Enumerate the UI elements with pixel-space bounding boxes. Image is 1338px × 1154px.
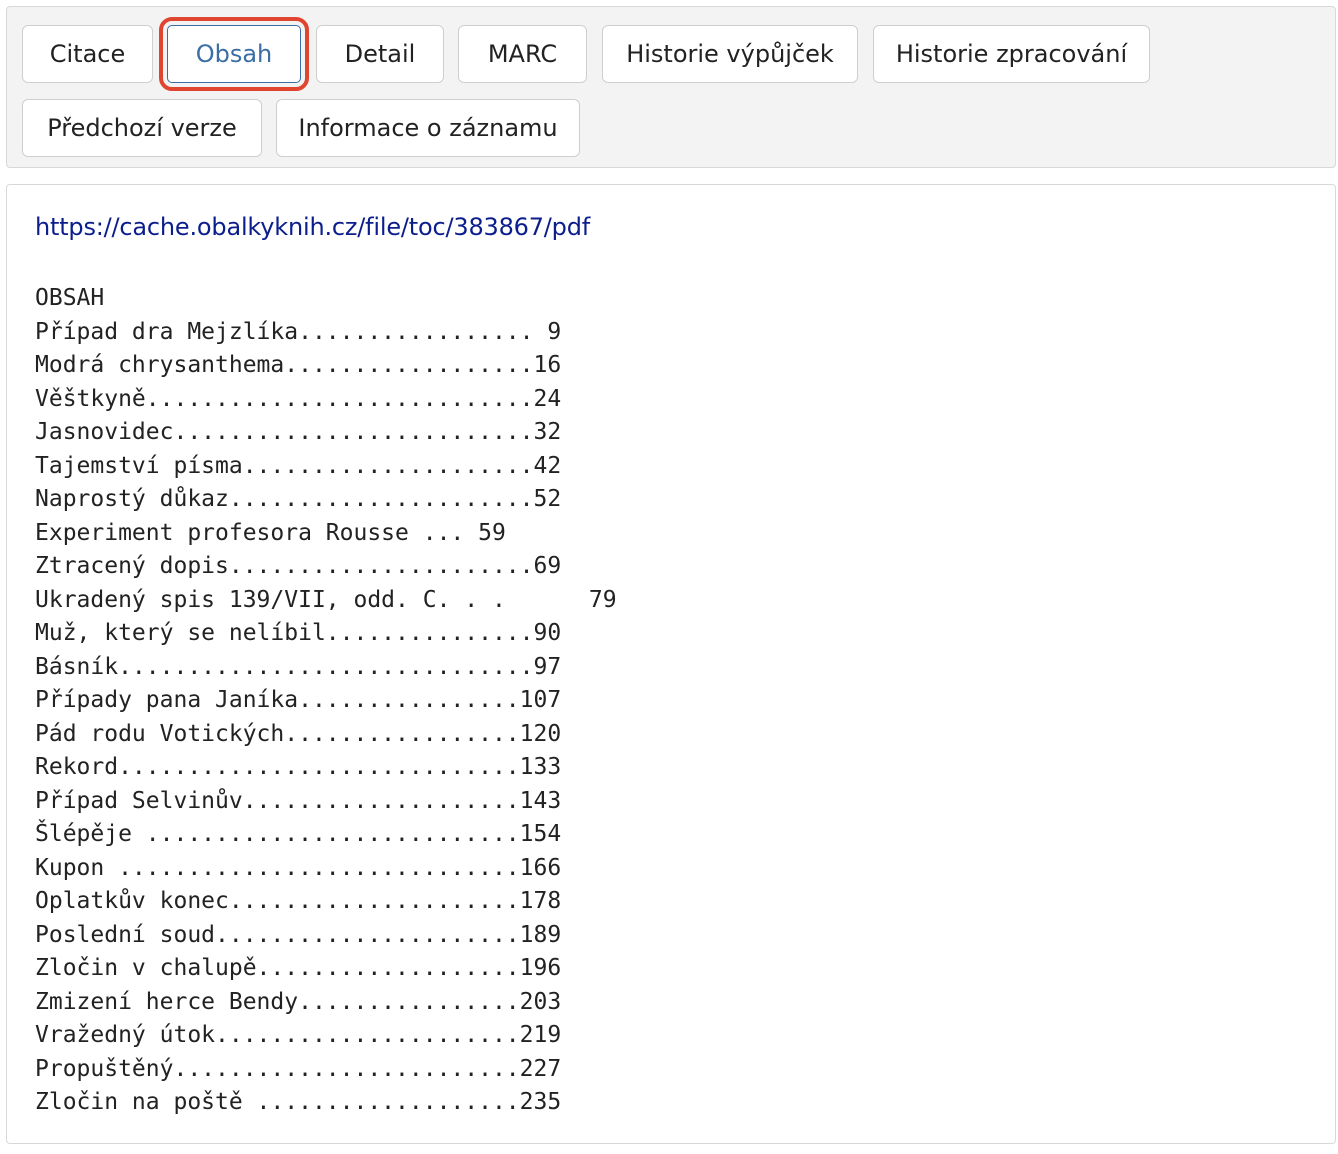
toc-line: Kupon .............................166 <box>35 854 562 881</box>
toc-line: Experiment profesora Rousse ... 59 <box>35 519 506 546</box>
toc-line: Básník..............................97 <box>35 653 562 680</box>
toc-line: Případy pana Janíka................107 <box>35 687 562 713</box>
toc-line: Rekord.............................133 <box>35 754 562 780</box>
record-tabs-bar: Citace Obsah Detail MARC Historie výpůjč… <box>6 6 1336 168</box>
tab-historie-vypujcek[interactable]: Historie výpůjček <box>602 25 858 83</box>
toc-line: Modrá chrysanthema..................16 <box>35 352 562 378</box>
toc-line: Jasnovidec..........................32 <box>35 419 562 445</box>
toc-line: Tajemství písma.....................42 <box>35 452 562 479</box>
tab-obsah[interactable]: Obsah <box>159 17 309 91</box>
tab-marc[interactable]: MARC <box>458 25 587 83</box>
toc-content-panel: https://cache.obalkyknih.cz/file/toc/383… <box>6 184 1336 1144</box>
toc-line: Naprostý důkaz......................52 <box>35 486 562 512</box>
tab-detail[interactable]: Detail <box>316 25 444 83</box>
tab-predchozi-verze[interactable]: Předchozí verze <box>22 99 262 157</box>
toc-line: Zločin na poště ...................235 <box>35 1089 562 1115</box>
toc-line: Zločin v chalupě...................196 <box>35 955 562 981</box>
toc-line: Případ Selvinův....................143 <box>35 787 562 814</box>
toc-line: Věštkyně............................24 <box>35 385 562 412</box>
toc-line: Propuštěný.........................227 <box>35 1055 562 1082</box>
toc-pdf-link[interactable]: https://cache.obalkyknih.cz/file/toc/383… <box>35 213 590 241</box>
toc-line: Oplatkův konec.....................178 <box>35 888 562 914</box>
tab-historie-zpracovani[interactable]: Historie zpracování <box>873 25 1150 83</box>
toc-line: Vražedný útok......................219 <box>35 1022 562 1048</box>
toc-heading: OBSAH <box>35 285 105 311</box>
toc-line: Poslední soud......................189 <box>35 921 562 948</box>
toc-line: Zmizení herce Bendy................203 <box>35 988 562 1015</box>
tab-citace[interactable]: Citace <box>22 25 153 83</box>
toc-line: Muž, který se nelíbil...............90 <box>35 620 562 646</box>
toc-line: Ztracený dopis......................69 <box>35 553 562 579</box>
toc-line: Ukradený spis 139/VII, odd. C. . . 79 <box>35 586 617 613</box>
tab-informace-o-zaznamu[interactable]: Informace o záznamu <box>276 99 580 157</box>
toc-line: Případ dra Mejzlíka................. 9 <box>35 318 562 345</box>
toc-line: Pád rodu Votických.................120 <box>35 720 562 747</box>
toc-text: OBSAH Případ dra Mejzlíka...............… <box>35 282 617 1120</box>
toc-line: Šlépěje ...........................154 <box>35 821 562 847</box>
